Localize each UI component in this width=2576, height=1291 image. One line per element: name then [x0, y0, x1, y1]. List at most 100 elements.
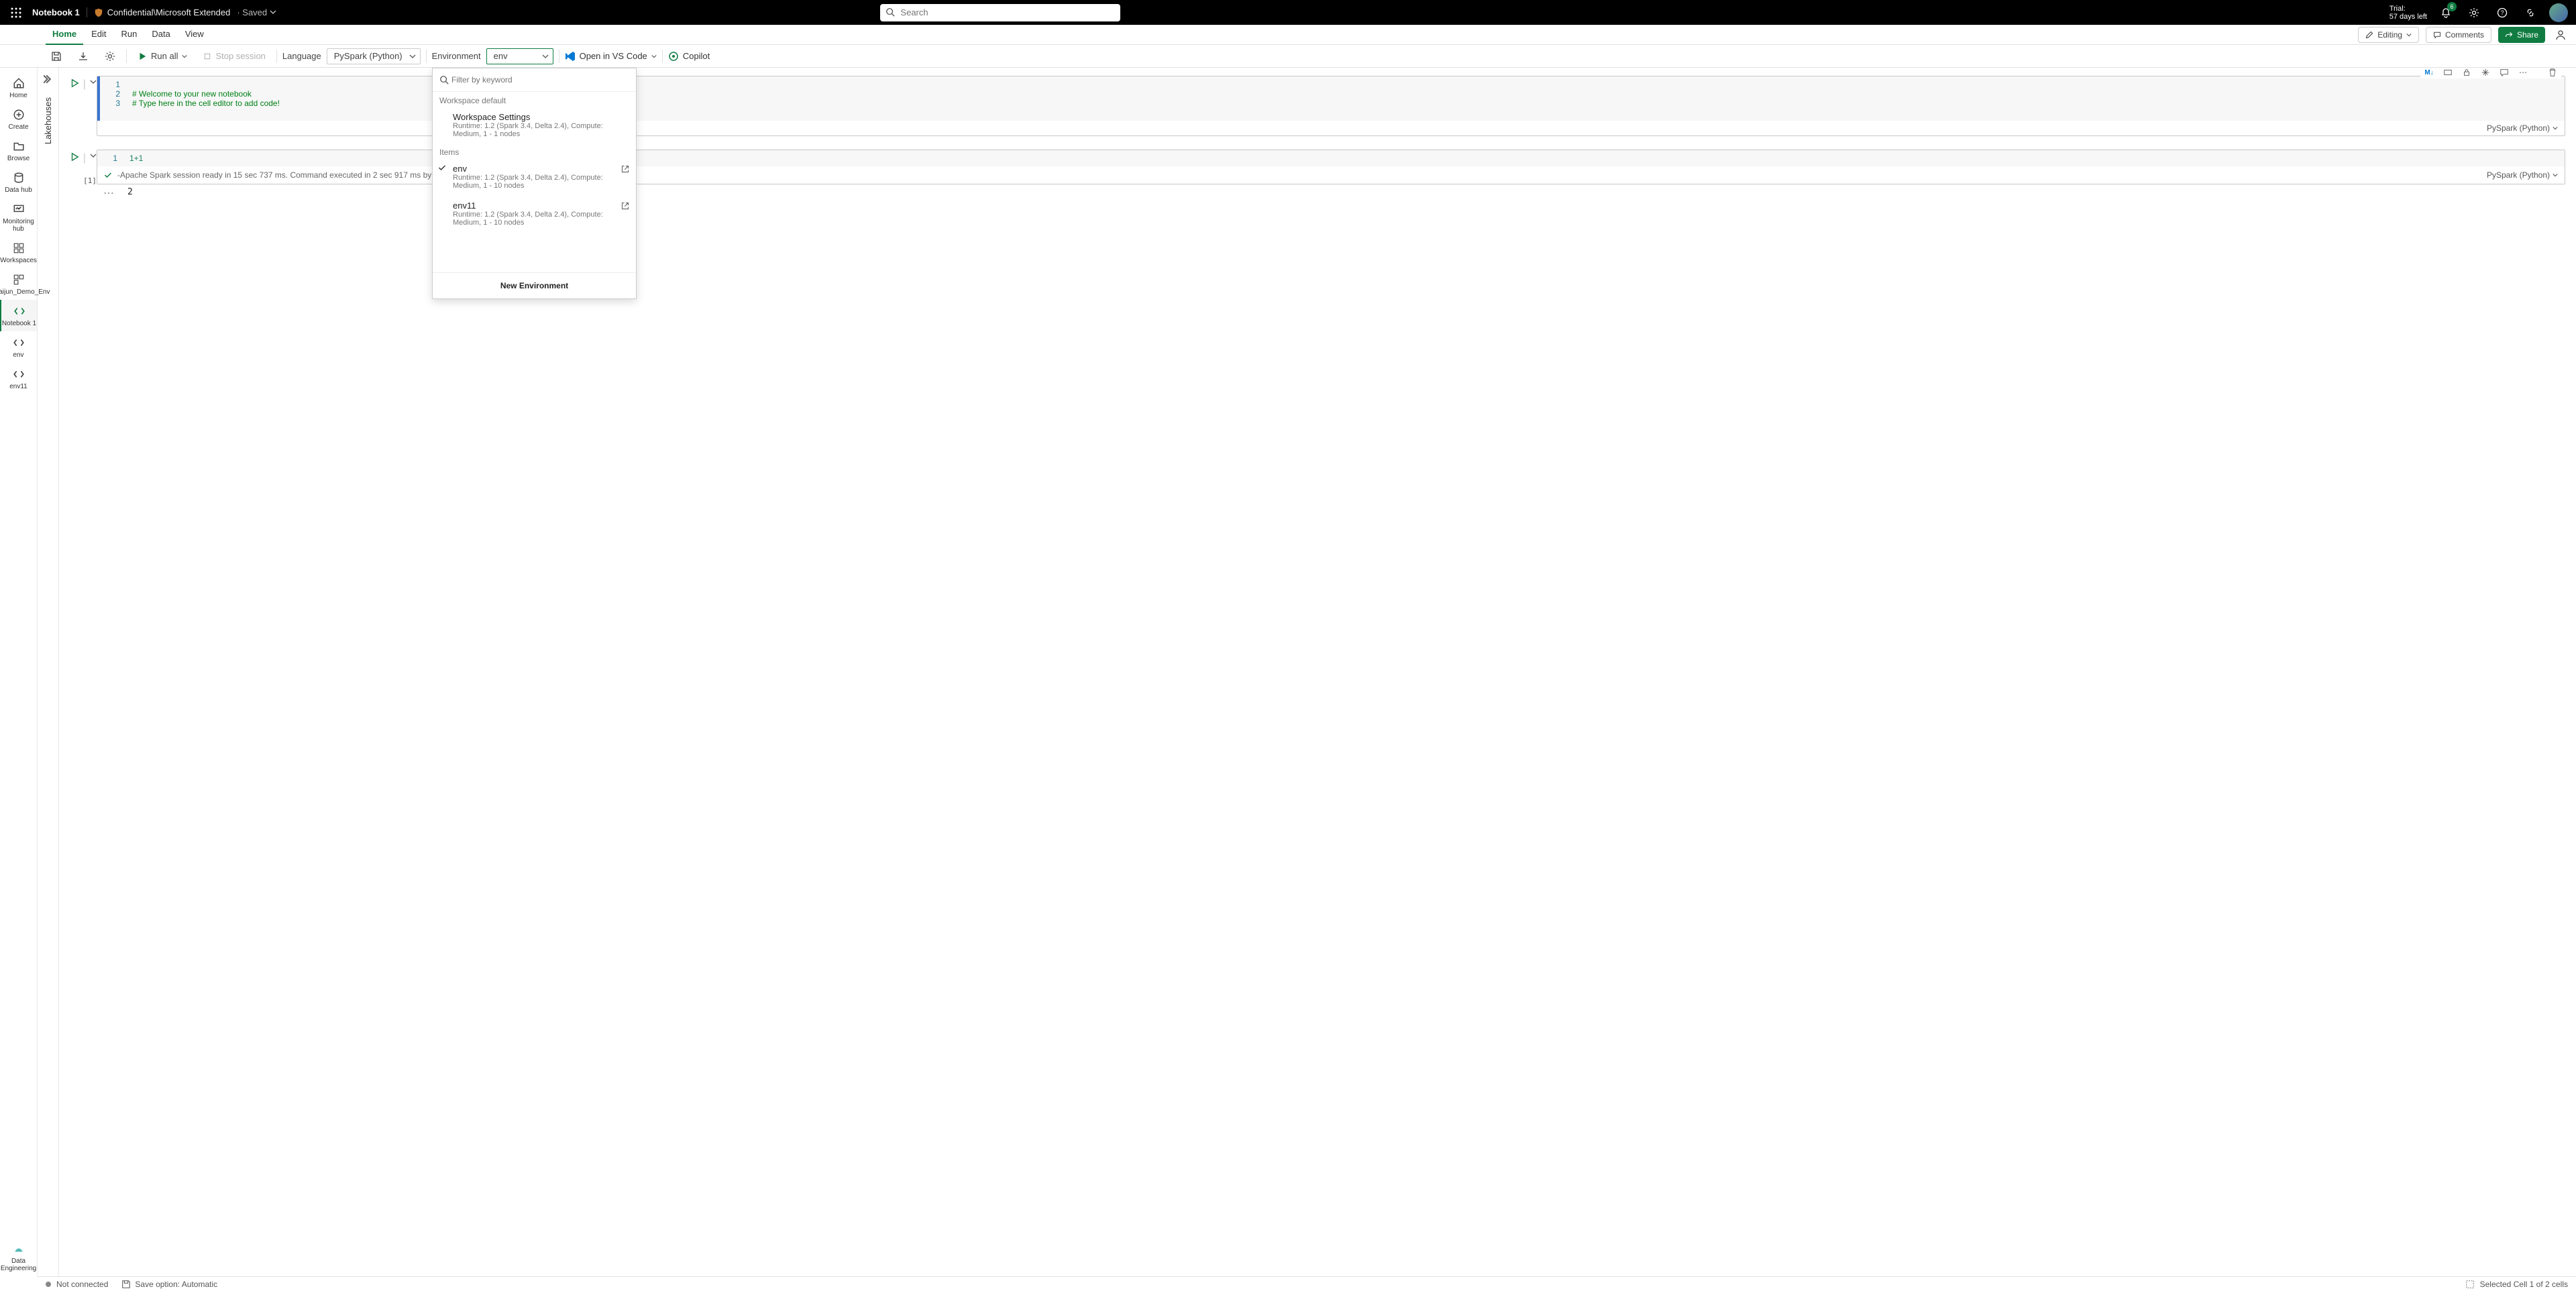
plus-circle-icon: [11, 107, 26, 122]
share-button[interactable]: Share: [2498, 27, 2545, 43]
open-external-icon[interactable]: [621, 202, 629, 210]
cell-menu-button[interactable]: [90, 78, 97, 91]
new-environment-button[interactable]: New Environment: [433, 272, 636, 298]
markdown-button[interactable]: M↓: [2423, 68, 2435, 78]
run-all-button[interactable]: Run all: [132, 48, 193, 65]
cell-language-selector[interactable]: PySpark (Python): [2487, 170, 2558, 180]
save-button[interactable]: [46, 48, 67, 65]
search-input[interactable]: [880, 4, 1120, 21]
chevron-down-icon: [182, 54, 187, 59]
vscode-icon: [565, 51, 576, 62]
chevron-down-icon: [651, 54, 657, 59]
code-icon: [12, 304, 27, 319]
nav-env[interactable]: env: [0, 331, 37, 363]
environment-dropdown[interactable]: env: [486, 48, 553, 64]
lock-icon: [2462, 68, 2471, 77]
nav-browse[interactable]: Browse: [0, 135, 37, 166]
left-nav: Home Create Browse Data hub Monitoring h…: [0, 68, 38, 1276]
folder-icon: [11, 139, 26, 154]
feedback-button[interactable]: [2521, 3, 2540, 22]
code-icon: [11, 367, 26, 382]
delete-cell-button[interactable]: [2546, 68, 2559, 78]
user-avatar[interactable]: [2549, 3, 2568, 22]
env-filter-input[interactable]: [449, 72, 629, 87]
env-option-env11[interactable]: env11 Runtime: 1.2 (Spark 3.4, Delta 2.4…: [433, 195, 636, 232]
copilot-side-button[interactable]: [2552, 26, 2569, 44]
help-button[interactable]: ?: [2493, 3, 2512, 22]
cell-selection-status: Selected Cell 1 of 2 cells: [2480, 1280, 2568, 1289]
save-status[interactable]: · Saved: [237, 7, 276, 17]
waffle-icon: [11, 7, 21, 18]
search-icon: [885, 7, 895, 17]
download-button[interactable]: [72, 48, 94, 65]
nav-persona[interactable]: Data Engineering: [0, 1237, 37, 1276]
app-launcher-button[interactable]: [0, 0, 32, 25]
comments-button[interactable]: Comments: [2426, 27, 2491, 43]
open-vscode-button[interactable]: Open in VS Code: [565, 51, 657, 62]
chevron-right-icon: [44, 74, 53, 84]
home-icon: [11, 76, 26, 91]
nav-env11[interactable]: env11: [0, 363, 37, 394]
freeze-cell-button[interactable]: [2479, 68, 2491, 78]
settings-toolbar-button[interactable]: [99, 48, 121, 65]
trial-status[interactable]: Trial: 57 days left: [2390, 5, 2427, 21]
open-external-icon[interactable]: [621, 165, 629, 173]
lock-cell-button[interactable]: [2461, 68, 2473, 78]
nav-demo-env[interactable]: Shuaijun_Demo_Env: [0, 268, 37, 300]
nav-datahub[interactable]: Data hub: [0, 166, 37, 198]
nav-home[interactable]: Home: [0, 72, 37, 103]
workspace-icon: [11, 241, 26, 256]
env-option-env[interactable]: env Runtime: 1.2 (Spark 3.4, Delta 2.4),…: [433, 158, 636, 195]
gear-icon: [2469, 7, 2479, 18]
pencil-icon: [2365, 31, 2373, 39]
env-section-default: Workspace default: [433, 92, 636, 107]
nav-workspaces[interactable]: Workspaces: [0, 237, 37, 268]
code-icon: [11, 335, 26, 350]
tab-view[interactable]: View: [178, 25, 211, 45]
expand-panel-button[interactable]: [44, 68, 53, 91]
tab-home[interactable]: Home: [46, 25, 83, 45]
share-icon: [2505, 31, 2513, 39]
notebook-name[interactable]: Notebook 1: [32, 7, 87, 17]
connection-status[interactable]: Not connected: [56, 1280, 108, 1289]
run-cell-button[interactable]: [70, 152, 79, 164]
tab-run[interactable]: Run: [115, 25, 144, 45]
env-option-workspace-settings[interactable]: Workspace Settings Runtime: 1.2 (Spark 3…: [433, 107, 636, 144]
language-dropdown[interactable]: PySpark (Python): [327, 48, 421, 64]
editing-mode-button[interactable]: Editing: [2358, 27, 2419, 43]
save-option-status[interactable]: Save option: Automatic: [135, 1280, 217, 1289]
copilot-button[interactable]: Copilot: [668, 51, 710, 62]
success-icon: [104, 171, 112, 179]
chevron-down-icon: [2553, 125, 2558, 131]
link-icon: [2525, 7, 2536, 18]
comment-icon: [2500, 68, 2509, 77]
play-icon: [70, 78, 79, 88]
snowflake-icon: [2481, 68, 2490, 77]
stop-session-button: Stop session: [198, 48, 270, 65]
search-icon: [439, 75, 449, 85]
notifications-button[interactable]: 6: [2436, 3, 2455, 22]
settings-button[interactable]: [2465, 3, 2483, 22]
output-options-button[interactable]: ⋯: [97, 186, 121, 200]
more-cell-button[interactable]: ⋯: [2517, 68, 2529, 78]
chevron-down-icon: [542, 53, 549, 60]
nav-create[interactable]: Create: [0, 103, 37, 135]
convert-cell-button[interactable]: [2442, 68, 2454, 78]
shield-icon: [94, 8, 103, 17]
check-icon: [438, 164, 446, 172]
play-icon: [70, 152, 79, 162]
tab-edit[interactable]: Edit: [85, 25, 113, 45]
nav-notebook1[interactable]: Notebook 1: [0, 300, 37, 331]
comment-cell-button[interactable]: [2498, 68, 2510, 78]
sensitivity-label[interactable]: Confidential\Microsoft Extended: [94, 7, 231, 17]
ribbon-tabs: Home Edit Run Data View: [39, 25, 211, 44]
cell-menu-button[interactable]: [90, 152, 97, 164]
run-cell-button[interactable]: [70, 78, 79, 91]
chevron-down-icon: [270, 9, 276, 15]
nav-monitoring[interactable]: Monitoring hub: [0, 198, 37, 237]
chevron-down-icon: [409, 53, 416, 60]
data-engineering-icon: [11, 1241, 26, 1256]
ribbon: Home Edit Run Data View Editing Comments…: [0, 25, 2576, 45]
tab-data[interactable]: Data: [145, 25, 176, 45]
play-icon: [138, 52, 147, 61]
